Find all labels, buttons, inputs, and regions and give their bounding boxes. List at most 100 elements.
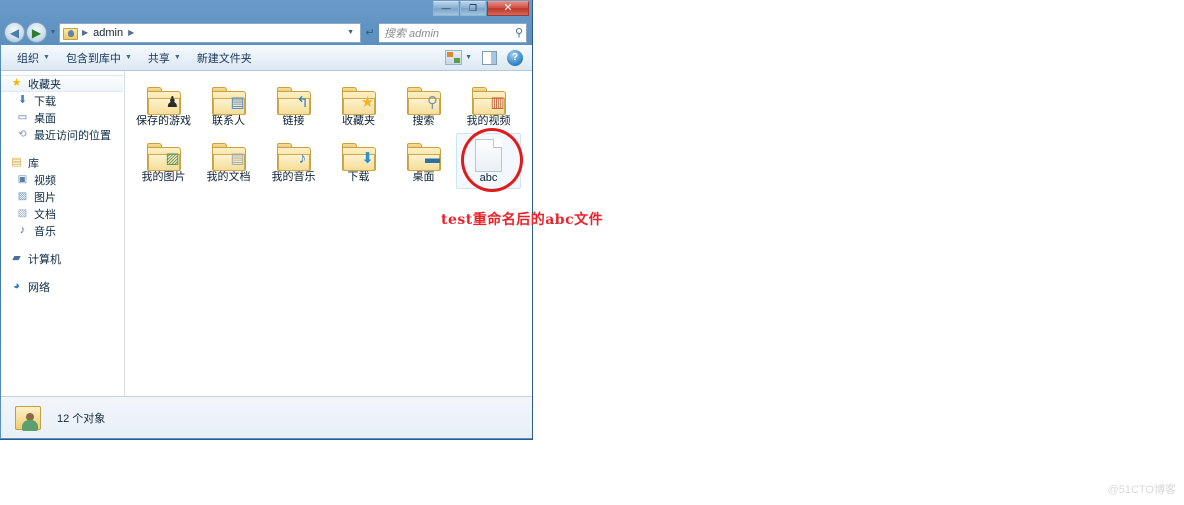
title-bar[interactable]: — ❐ ✕ [0,0,533,20]
folder-icon: ▨ [146,135,181,171]
file-label: 我的文档 [206,171,251,183]
file-label: 保存的游戏 [136,115,191,127]
file-item[interactable]: ⚲ 搜索 [391,77,456,133]
folder-emblem-icon: ▬ [425,149,440,167]
share-button[interactable]: 共享 ▼ [140,47,189,69]
search-input[interactable]: 搜索 admin ⚲ [379,22,527,43]
sidebar-item-视频[interactable]: ▣ 视频 [1,171,124,188]
sidebar-item-label: 文档 [34,208,56,221]
breadcrumb-item-admin[interactable]: admin [91,27,125,39]
file-list-pane[interactable]: ♟ 保存的游戏 ▤ 联系人 ↰ 链接 ★ 收藏夹 ⚲ 搜索 ▥ 我的视频 ▨ 我的图片 ▤ 我的文档 ♪ 我的音乐… [125,71,532,396]
user-folder-icon [13,404,43,432]
folder-emblem-icon: ▤ [230,149,245,167]
file-label: 我的视频 [466,115,511,127]
music-icon: ♪ [19,224,26,236]
include-in-library-button[interactable]: 包含到库中 ▼ [58,47,140,69]
refresh-icon[interactable]: ↵ [361,26,379,39]
chevron-down-icon[interactable]: ▼ [343,29,358,36]
folder-emblem-icon: ⚲ [427,93,438,111]
file-item[interactable]: ▤ 联系人 [196,77,261,133]
file-item[interactable]: abc [456,133,521,189]
folder-emblem-icon: ★ [360,93,375,111]
nav-group-spacer [1,143,124,154]
sidebar-item-下载[interactable]: ⬇ 下载 [1,92,124,109]
folder-emblem-icon: ▨ [165,149,180,167]
folder-icon: ▤ [211,79,246,115]
download-icon: ⬇ [17,94,28,106]
views-icon [445,50,463,65]
navigation-pane[interactable]: ★ 收藏夹 ⬇ 下载 ▭ 桌面 ⟲ 最近访问的位置 ▤ 库 ▣ 视频 ▨ 图片 ▧ 文档 ♪ 音乐 ▰ 计算机 ◕ 网络 [1,71,125,396]
sidebar-item-label: 库 [28,157,39,170]
sidebar-item-网络[interactable]: ◕ 网络 [1,278,124,295]
include-in-library-label: 包含到库中 [65,52,121,65]
folder-icon: ⬇ [341,135,376,171]
chevron-down-icon: ▼ [173,54,181,61]
maximize-button[interactable]: ❐ [460,1,486,16]
folder-icon: ↰ [276,79,311,115]
sidebar-item-图片[interactable]: ▨ 图片 [1,188,124,205]
file-item[interactable]: ▬ 桌面 [391,133,456,189]
file-item[interactable]: ♟ 保存的游戏 [131,77,196,133]
explorer-window: — ❐ ✕ ◀ ▶ ▼ ▶ admin ▶ ▼ ↵ 搜索 admin ⚲ 组织 … [0,0,533,440]
computer-icon: ▰ [12,252,21,264]
recent-places-icon: ⟲ [18,128,27,140]
desktop-icon: ▭ [17,111,28,123]
sidebar-item-收藏夹[interactable]: ★ 收藏夹 [1,75,123,92]
file-label: 我的图片 [141,171,186,183]
preview-pane-button[interactable] [477,50,502,65]
sidebar-item-label: 视频 [34,174,56,187]
sidebar-item-桌面[interactable]: ▭ 桌面 [1,109,124,126]
file-label: 联系人 [212,115,245,127]
file-item[interactable]: ↰ 链接 [261,77,326,133]
document-icon [475,136,502,172]
file-item[interactable]: ★ 收藏夹 [326,77,391,133]
file-label: 我的音乐 [271,171,316,183]
command-toolbar: 组织 ▼ 包含到库中 ▼ 共享 ▼ 新建文件夹 ▼ ? [1,45,532,71]
file-grid: ♟ 保存的游戏 ▤ 联系人 ↰ 链接 ★ 收藏夹 ⚲ 搜索 ▥ 我的视频 ▨ 我的图片 ▤ 我的文档 ♪ 我的音乐… [131,77,532,189]
history-dropdown-icon[interactable]: ▼ [47,29,59,36]
file-item[interactable]: ⬇ 下载 [326,133,391,189]
search-icon[interactable]: ⚲ [515,26,523,39]
pictures-icon: ▨ [17,190,28,202]
breadcrumb[interactable]: ▶ admin ▶ ▼ [59,22,361,43]
library-icon: ▤ [11,156,22,168]
file-item[interactable]: ▥ 我的视频 [456,77,521,133]
organize-button[interactable]: 组织 ▼ [9,47,58,69]
sidebar-item-库[interactable]: ▤ 库 [1,154,124,171]
folder-icon: ⚲ [406,79,441,115]
sidebar-item-label: 图片 [34,191,56,204]
folder-icon: ▤ [211,135,246,171]
network-icon: ◕ [13,280,20,292]
sidebar-item-label: 音乐 [34,225,56,238]
sidebar-item-label: 计算机 [28,253,61,266]
video-icon: ▣ [17,173,28,185]
nav-group-spacer [1,267,124,278]
search-placeholder: 搜索 admin [384,27,440,40]
window-body: ★ 收藏夹 ⬇ 下载 ▭ 桌面 ⟲ 最近访问的位置 ▤ 库 ▣ 视频 ▨ 图片 ▧ 文档 ♪ 音乐 ▰ 计算机 ◕ 网络 … [1,71,532,396]
sidebar-item-label: 网络 [28,281,50,294]
minimize-button[interactable]: — [433,1,459,16]
help-button[interactable]: ? [502,49,528,66]
chevron-down-icon: ▼ [43,54,50,61]
new-folder-button[interactable]: 新建文件夹 [189,47,260,69]
back-button[interactable]: ◀ [4,22,25,43]
item-count-text: 12 个对象 [57,412,106,425]
forward-button[interactable]: ▶ [26,22,47,43]
chevron-down-icon[interactable]: ▼ [465,54,472,61]
sidebar-item-最近访问的位置[interactable]: ⟲ 最近访问的位置 [1,126,124,143]
file-item[interactable]: ▤ 我的文档 [196,133,261,189]
folder-emblem-icon: ⬇ [361,149,374,167]
views-button[interactable]: ▼ [440,50,477,65]
file-item[interactable]: ▨ 我的图片 [131,133,196,189]
chevron-down-icon: ▼ [124,54,132,61]
sidebar-item-文档[interactable]: ▧ 文档 [1,205,124,222]
user-folder-icon [63,26,78,40]
breadcrumb-separator-leading: ▶ [82,28,89,37]
star-icon: ★ [11,77,22,89]
sidebar-item-音乐[interactable]: ♪ 音乐 [1,222,124,239]
breadcrumb-separator-trailing[interactable]: ▶ [125,28,137,37]
watermark: @51CTO博客 [1107,484,1176,496]
file-item[interactable]: ♪ 我的音乐 [261,133,326,189]
close-button[interactable]: ✕ [487,1,529,16]
sidebar-item-计算机[interactable]: ▰ 计算机 [1,250,124,267]
